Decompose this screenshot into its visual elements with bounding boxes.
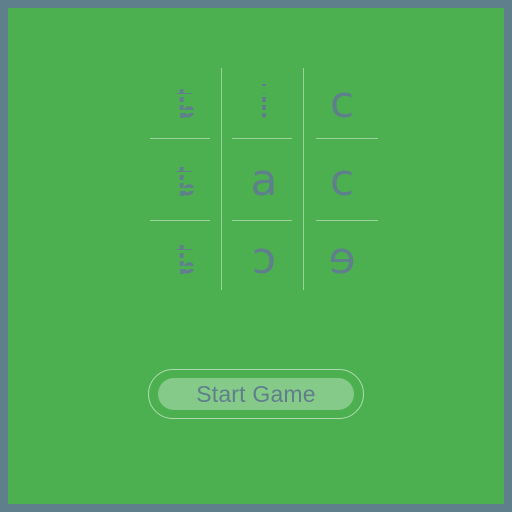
game-screen: ȶ i c ȶ a c ȶ ɔ ɘ Start Game bbox=[8, 8, 504, 504]
e-arrow-glyph: ɘ bbox=[328, 233, 356, 284]
board-cell-2[interactable]: i bbox=[228, 68, 300, 138]
start-game-button[interactable]: Start Game bbox=[148, 369, 364, 419]
board-cell-7[interactable]: ȶ bbox=[150, 224, 222, 294]
board-cell-8[interactable]: ɔ bbox=[228, 224, 300, 294]
board-cell-4[interactable]: ȶ bbox=[150, 146, 222, 216]
rotated-t-glyph: ȶ bbox=[175, 77, 197, 128]
grid-line-horizontal-2b bbox=[232, 220, 292, 221]
board-cell-6[interactable]: c bbox=[306, 146, 378, 216]
grid-line-horizontal-1b bbox=[232, 138, 292, 139]
o-arrow-glyph: ɔ bbox=[251, 233, 277, 284]
start-game-button-fill: Start Game bbox=[158, 378, 354, 410]
board-cell-1[interactable]: ȶ bbox=[150, 68, 222, 138]
grid-line-horizontal-2a bbox=[150, 220, 210, 221]
rotated-t-glyph: ȶ bbox=[175, 233, 197, 284]
board-cell-5[interactable]: a bbox=[228, 146, 300, 216]
a-arrow-glyph: a bbox=[250, 155, 278, 206]
dashed-i-glyph: i bbox=[257, 77, 271, 128]
grid-line-vertical-2 bbox=[303, 68, 304, 290]
rotated-t-glyph: ȶ bbox=[175, 155, 197, 206]
grid-line-horizontal-2c bbox=[316, 220, 378, 221]
board-cell-3[interactable]: c bbox=[306, 68, 378, 138]
tic-tac-toe-board: ȶ i c ȶ a c ȶ ɔ ɘ bbox=[150, 68, 378, 290]
c-arrow-glyph: c bbox=[329, 77, 355, 128]
start-game-label: Start Game bbox=[196, 380, 316, 407]
grid-line-horizontal-1a bbox=[150, 138, 210, 139]
c-arrow-glyph: c bbox=[329, 155, 355, 206]
board-cell-9[interactable]: ɘ bbox=[306, 224, 378, 294]
grid-line-horizontal-1c bbox=[316, 138, 378, 139]
